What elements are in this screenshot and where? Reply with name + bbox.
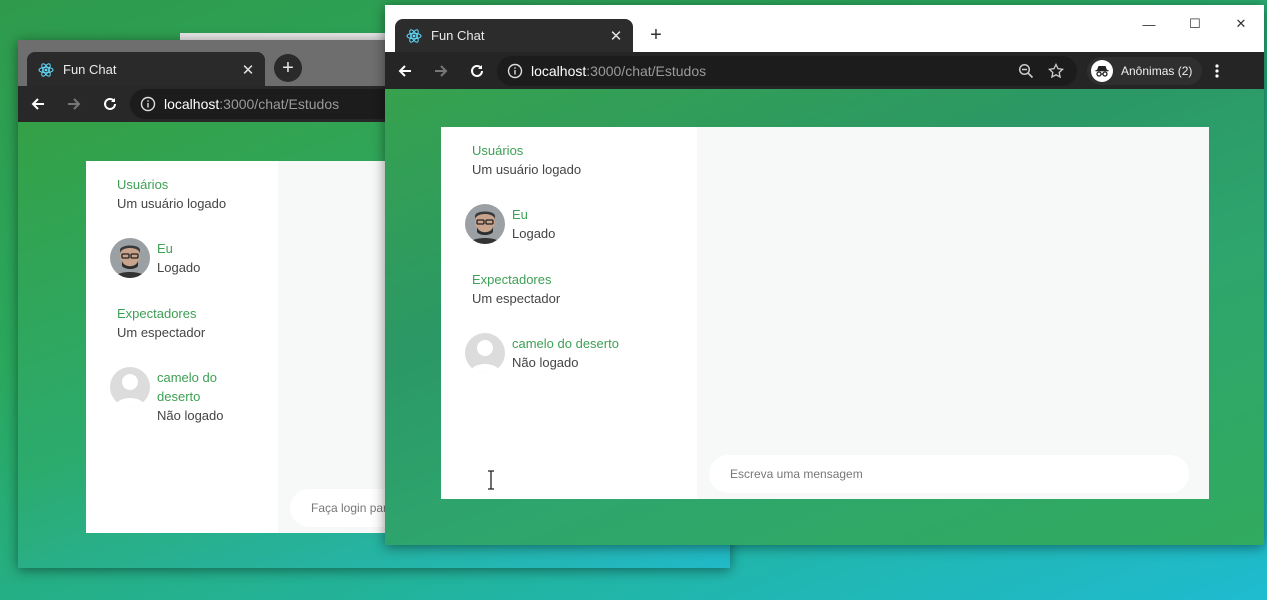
user-name-line1: camelo do xyxy=(157,370,217,385)
spectators-title: Expectadores xyxy=(472,272,552,287)
tab-strip: Fun Chat ✕ + — ☐ ✕ xyxy=(385,5,1264,52)
info-icon[interactable] xyxy=(140,96,156,112)
avatar xyxy=(110,238,150,278)
react-atom-icon xyxy=(406,28,422,44)
url-path: :3000/chat/Estudos xyxy=(219,96,340,112)
user-spectator[interactable]: camelo do deserto Não logado xyxy=(465,333,619,373)
arrow-right-icon[interactable] xyxy=(58,88,90,120)
user-me-info: Eu Logado xyxy=(157,239,200,278)
new-tab-button[interactable]: + xyxy=(274,54,302,82)
users-section: Usuários Um usuário logado xyxy=(472,141,581,179)
users-sidebar: Usuários Um usuário logado Eu Logado Exp… xyxy=(86,161,278,533)
user-spectator-info: camelo do deserto Não logado xyxy=(512,334,619,373)
reload-icon[interactable] xyxy=(94,88,126,120)
omnibox-actions xyxy=(1011,56,1071,86)
user-status: Logado xyxy=(157,260,201,275)
spectators-section: Expectadores Um espectador xyxy=(117,304,205,342)
message-input[interactable] xyxy=(728,466,1164,482)
user-status: Não logado xyxy=(157,408,224,423)
url-path: :3000/chat/Estudos xyxy=(586,62,707,79)
react-atom-icon xyxy=(38,62,54,78)
user-spectator[interactable]: camelo do deserto Não logado xyxy=(110,367,224,425)
star-icon[interactable] xyxy=(1041,56,1071,86)
reload-icon[interactable] xyxy=(461,55,493,87)
users-sidebar: Usuários Um usuário logado Eu Logado Exp… xyxy=(441,127,697,499)
url-host: localhost xyxy=(531,62,587,79)
user-spectator-info: camelo do deserto Não logado xyxy=(157,368,224,425)
user-me[interactable]: Eu Logado xyxy=(110,238,200,278)
tab-title: Fun Chat xyxy=(63,62,117,77)
close-tab-icon[interactable]: ✕ xyxy=(239,61,257,79)
text-cursor-icon xyxy=(486,470,496,490)
users-count: Um usuário logado xyxy=(117,196,227,211)
user-name: camelo do deserto xyxy=(512,336,619,351)
users-count: Um usuário logado xyxy=(472,162,582,177)
tab-title: Fun Chat xyxy=(431,28,485,43)
user-me-info: Eu Logado xyxy=(512,205,555,244)
user-me[interactable]: Eu Logado xyxy=(465,204,555,244)
tab-fun-chat[interactable]: Fun Chat ✕ xyxy=(27,52,265,87)
address-bar[interactable]: localhost :3000/chat/Estudos xyxy=(497,55,1077,86)
incognito-label: Anônimas (2) xyxy=(1121,63,1193,78)
incognito-icon xyxy=(1091,59,1113,82)
incognito-badge[interactable]: Anônimas (2) xyxy=(1087,56,1203,85)
new-tab-button[interactable]: + xyxy=(643,22,669,48)
arrow-left-icon[interactable] xyxy=(389,55,421,87)
user-name-line2: deserto xyxy=(157,389,201,404)
url-host: localhost xyxy=(164,96,220,112)
user-status: Logado xyxy=(512,226,556,241)
spectators-section: Expectadores Um espectador xyxy=(472,270,560,308)
maximize-icon[interactable]: ☐ xyxy=(1172,13,1218,35)
window-controls: — ☐ ✕ xyxy=(1126,13,1264,35)
kebab-icon[interactable] xyxy=(1202,63,1232,79)
chat-panel: Usuários Um usuário logado Eu Logado Exp… xyxy=(441,127,1209,499)
users-title: Usuários xyxy=(117,177,169,192)
browser-window-front[interactable]: Fun Chat ✕ + — ☐ ✕ localhost :3000/chat/… xyxy=(385,5,1264,545)
message-box[interactable] xyxy=(709,455,1189,493)
users-title: Usuários xyxy=(472,143,524,158)
users-section: Usuários Um usuário logado xyxy=(117,175,226,213)
tab-fun-chat[interactable]: Fun Chat ✕ xyxy=(395,19,633,52)
user-name: Eu xyxy=(157,241,173,256)
user-status: Não logado xyxy=(512,355,579,370)
spectators-title: Expectadores xyxy=(117,306,197,321)
minimize-icon[interactable]: — xyxy=(1126,13,1172,35)
page-viewport: Usuários Um usuário logado Eu Logado Exp… xyxy=(385,89,1264,545)
spectators-count: Um espectador xyxy=(117,325,206,340)
default-avatar-icon xyxy=(465,333,505,373)
zoom-out-icon[interactable] xyxy=(1011,56,1041,86)
spectators-count: Um espectador xyxy=(472,291,561,306)
default-avatar-icon xyxy=(110,367,150,407)
info-icon[interactable] xyxy=(507,63,523,79)
close-window-icon[interactable]: ✕ xyxy=(1218,13,1264,35)
arrow-right-icon[interactable] xyxy=(425,55,457,87)
chat-panel: Usuários Um usuário logado Eu Logado Exp… xyxy=(86,161,466,533)
close-tab-icon[interactable]: ✕ xyxy=(607,27,625,45)
avatar xyxy=(465,204,505,244)
browser-toolbar: localhost :3000/chat/Estudos Anônimas (2… xyxy=(385,52,1264,89)
arrow-left-icon[interactable] xyxy=(22,88,54,120)
messages-area xyxy=(697,127,1209,499)
user-name: Eu xyxy=(512,207,528,222)
